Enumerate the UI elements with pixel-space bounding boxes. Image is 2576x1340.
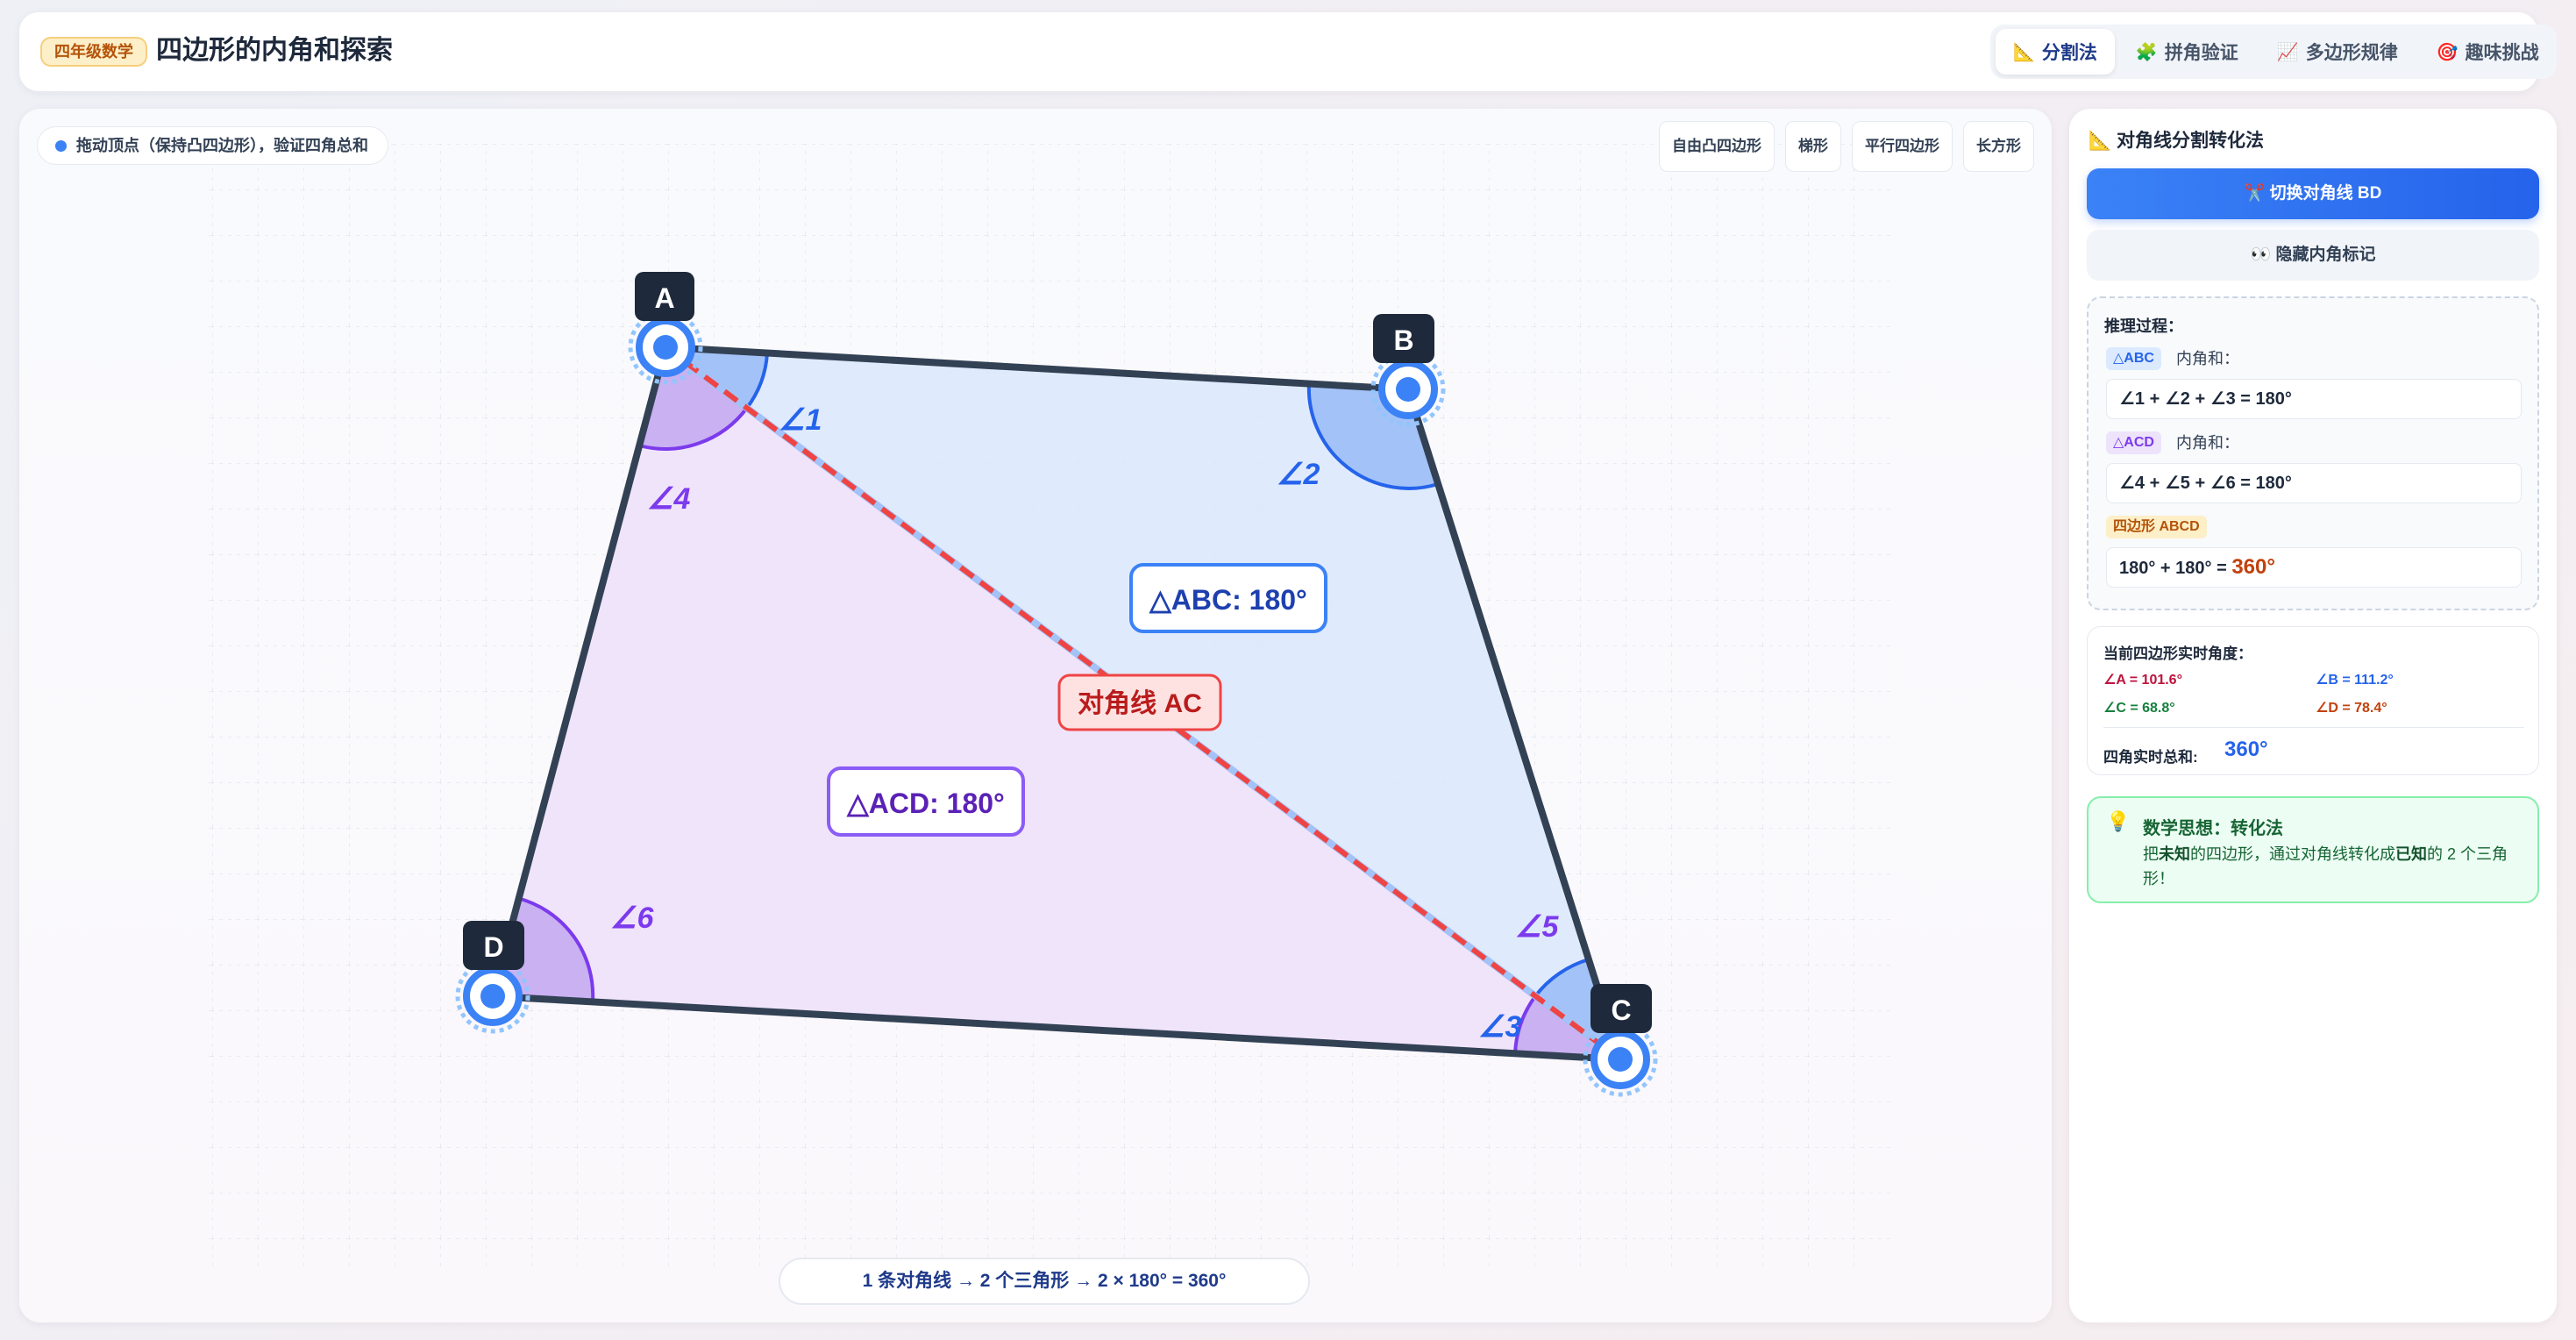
triangle-abc-label: △ABC: 180°	[1149, 584, 1307, 616]
tab-fun-challenge[interactable]: 🎯 趣味挑战	[2419, 29, 2557, 75]
reasoning-title: 推理过程：	[2104, 317, 2183, 335]
switch-diagonal-button[interactable]: ✂️ 切换对角线 BD	[2087, 168, 2539, 219]
angle-2-label: ∠2	[1277, 458, 1320, 491]
angle-1-label: ∠1	[779, 403, 822, 437]
quad-eq-result: 360°	[2231, 555, 2275, 579]
vertex-b-label: B	[1393, 324, 1413, 356]
abc-equation: ∠1 + ∠2 + ∠3 = 180°	[2106, 379, 2522, 419]
vertex-a-label: A	[654, 282, 674, 314]
chart-up-icon: 📈	[2276, 42, 2299, 62]
triangle-ruler-icon: 📐	[2013, 42, 2035, 62]
tab-polygon-rule[interactable]: 📈 多边形规律	[2259, 29, 2416, 75]
grade-badge: 四年级数学	[40, 37, 147, 67]
angle-4-label: ∠4	[647, 482, 690, 516]
quadrilateral-equation: 180° + 180° = 360°	[2106, 547, 2522, 588]
angle-d-value: ∠D = 78.4°	[2316, 701, 2387, 716]
math-idea-text: 把未知的四边形，通过对角线转化成已知的 2 个三角形！	[2143, 845, 2508, 887]
tab-split-method[interactable]: 📐 分割法	[1996, 29, 2115, 75]
tab-label: 分割法	[2041, 43, 2097, 63]
shape-preset-buttons: 自由凸四边形 梯形 平行四边形 长方形	[1659, 121, 2034, 172]
acd-sum-label: 内角和：	[2176, 434, 2239, 452]
toggle-angle-marks-button[interactable]: 👀 隐藏内角标记	[2087, 230, 2539, 281]
tab-angle-assembly[interactable]: 🧩 拼角验证	[2118, 29, 2256, 75]
quadrilateral-tag: 四边形 ABCD	[2106, 516, 2207, 538]
tab-label: 趣味挑战	[2465, 43, 2539, 63]
abc-sum-label: 内角和：	[2176, 350, 2239, 367]
preset-trapezoid-button[interactable]: 梯形	[1785, 121, 1841, 172]
angle-total-value: 360°	[2224, 738, 2268, 761]
geometry-canvas-panel: ∠1 ∠2 ∠3 ∠4 ∠5 ∠6 △ABC: 180° △ACD: 180° …	[19, 109, 2052, 1322]
vertex-d-label: D	[483, 931, 503, 963]
triangle-abc-tag: △ABC	[2106, 347, 2161, 370]
mode-tabs: 📐 分割法 🧩 拼角验证 📈 多边形规律 🎯 趣味挑战	[1990, 25, 2557, 79]
reasoning-box: 推理过程： △ABC 内角和： ∠1 + ∠2 + ∠3 = 180° △ACD…	[2087, 296, 2539, 610]
angle-6-label: ∠6	[610, 902, 654, 935]
angle-b-value: ∠B = 111.2°	[2316, 673, 2394, 688]
angle-5-label: ∠5	[1515, 910, 1559, 944]
preset-parallelogram-button[interactable]: 平行四边形	[1852, 121, 1953, 172]
quadrilateral-canvas: ∠1 ∠2 ∠3 ∠4 ∠5 ∠6 △ABC: 180° △ACD: 180° …	[203, 144, 1896, 1266]
angle-total-label: 四角实时总和:	[2103, 749, 2198, 766]
angle-3-label: ∠3	[1478, 1010, 1521, 1044]
page-title: 四边形的内角和探索	[156, 36, 393, 65]
diagonal-label: 对角线 AC	[1078, 689, 1202, 718]
angle-c-value: ∠C = 68.8°	[2103, 701, 2175, 716]
tab-label: 多边形规律	[2305, 43, 2398, 63]
summary-formula: 1 条对角线 → 2 个三角形 → 2 × 180° = 360°	[779, 1258, 1310, 1305]
math-idea-title: 数学思想：转化法	[2143, 819, 2283, 838]
angle-a-value: ∠A = 101.6°	[2103, 673, 2182, 688]
panel-title: 📐 对角线分割转化法	[2089, 131, 2264, 151]
puzzle-icon: 🧩	[2135, 42, 2158, 62]
vertex-c-label: C	[1611, 994, 1631, 1026]
tab-label: 拼角验证	[2164, 43, 2238, 63]
quad-eq-prefix: 180° + 180° =	[2119, 559, 2232, 578]
app-header: 四年级数学 四边形的内角和探索 📐 分割法 🧩 拼角验证 📈 多边形规律 🎯 趣…	[19, 12, 2557, 91]
status-dot	[55, 140, 67, 152]
drag-hint-text: 拖动顶点（保持凸四边形），验证四角总和	[76, 137, 368, 154]
method-side-panel: 📐 对角线分割转化法 ✂️ 切换对角线 BD 👀 隐藏内角标记 推理过程： △A…	[2069, 109, 2557, 1322]
lightbulb-icon: 💡	[2106, 810, 2131, 832]
preset-free-convex-button[interactable]: 自由凸四边形	[1659, 121, 1775, 172]
acd-equation: ∠4 + ∠5 + ∠6 = 180°	[2106, 463, 2522, 503]
triangle-acd-label: △ACD: 180°	[846, 788, 1005, 819]
divider	[2103, 727, 2524, 728]
drag-hint: 拖动顶点（保持凸四边形），验证四角总和	[37, 126, 388, 165]
target-icon: 🎯	[2436, 42, 2459, 62]
preset-rectangle-button[interactable]: 长方形	[1963, 121, 2034, 172]
math-idea-box: 💡 数学思想：转化法 把未知的四边形，通过对角线转化成已知的 2 个三角形！	[2087, 796, 2539, 903]
live-angles-box: 当前四边形实时角度： ∠A = 101.6° ∠B = 111.2° ∠C = …	[2087, 626, 2539, 775]
triangle-acd-tag: △ACD	[2106, 431, 2161, 454]
live-angles-title: 当前四边形实时角度：	[2103, 645, 2252, 662]
